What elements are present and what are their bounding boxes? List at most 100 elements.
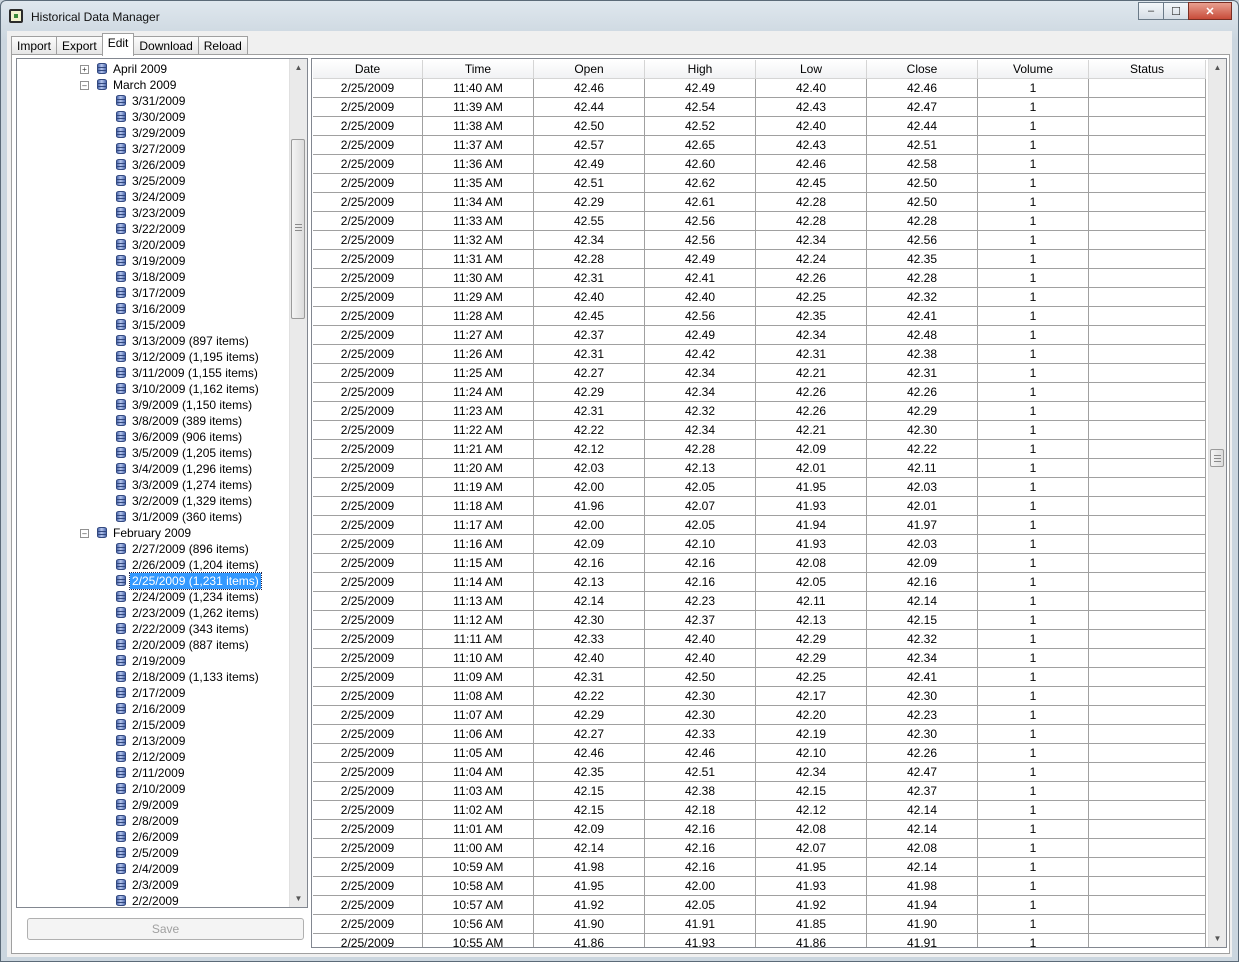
cell-open[interactable]: 41.92 <box>534 896 645 915</box>
cell-low[interactable]: 42.31 <box>756 345 867 364</box>
cell-low[interactable]: 42.08 <box>756 820 867 839</box>
cell-time[interactable]: 11:24 AM <box>423 383 534 402</box>
tree-date-node[interactable]: 2/23/2009 (1,262 items) <box>17 605 287 621</box>
cell-high[interactable]: 42.05 <box>645 516 756 535</box>
cell-low[interactable]: 42.45 <box>756 174 867 193</box>
table-row[interactable]: 2/25/2009 11:34 AM 42.29 42.61 42.28 42.50 1 <box>313 193 1206 212</box>
cell-time[interactable]: 11:00 AM <box>423 839 534 858</box>
table-row[interactable]: 2/25/2009 11:01 AM 42.09 42.16 42.08 42.14 1 <box>313 820 1206 839</box>
tree-date-node[interactable]: 2/27/2009 (896 items) <box>17 541 287 557</box>
cell-volume[interactable]: 1 <box>978 516 1089 535</box>
cell-volume[interactable]: 1 <box>978 801 1089 820</box>
cell-close[interactable]: 42.31 <box>867 364 978 383</box>
table-row[interactable]: 2/25/2009 11:27 AM 42.37 42.49 42.34 42.48 1 <box>313 326 1206 345</box>
cell-high[interactable]: 42.40 <box>645 288 756 307</box>
cell-close[interactable]: 42.41 <box>867 307 978 326</box>
table-row[interactable]: 2/25/2009 11:37 AM 42.57 42.65 42.43 42.51 1 <box>313 136 1206 155</box>
grid-scroll-thumb[interactable] <box>1210 449 1224 467</box>
cell-high[interactable]: 42.16 <box>645 554 756 573</box>
cell-high[interactable]: 42.34 <box>645 364 756 383</box>
table-row[interactable]: 2/25/2009 10:56 AM 41.90 41.91 41.85 41.90 1 <box>313 915 1206 934</box>
cell-volume[interactable]: 1 <box>978 725 1089 744</box>
cell-time[interactable]: 11:32 AM <box>423 231 534 250</box>
table-row[interactable]: 2/25/2009 11:17 AM 42.00 42.05 41.94 41.97 1 <box>313 516 1206 535</box>
cell-time[interactable]: 11:03 AM <box>423 782 534 801</box>
cell-time[interactable]: 11:39 AM <box>423 98 534 117</box>
table-row[interactable]: 2/25/2009 11:07 AM 42.29 42.30 42.20 42.23 1 <box>313 706 1206 725</box>
cell-low[interactable]: 41.85 <box>756 915 867 934</box>
cell-time[interactable]: 11:40 AM <box>423 79 534 98</box>
tree-date-node[interactable]: 2/15/2009 <box>17 717 287 733</box>
tree-date-node[interactable]: 3/9/2009 (1,150 items) <box>17 397 287 413</box>
cell-time[interactable]: 11:27 AM <box>423 326 534 345</box>
collapse-toggle-icon[interactable]: – <box>80 81 89 90</box>
cell-date[interactable]: 2/25/2009 <box>313 155 423 174</box>
tree-date-node[interactable]: 3/15/2009 <box>17 317 287 333</box>
cell-open[interactable]: 42.09 <box>534 820 645 839</box>
cell-open[interactable]: 42.16 <box>534 554 645 573</box>
cell-date[interactable]: 2/25/2009 <box>313 592 423 611</box>
cell-close[interactable]: 42.26 <box>867 383 978 402</box>
cell-low[interactable]: 41.93 <box>756 497 867 516</box>
cell-close[interactable]: 42.30 <box>867 421 978 440</box>
table-row[interactable]: 2/25/2009 11:14 AM 42.13 42.16 42.05 42.16 1 <box>313 573 1206 592</box>
cell-close[interactable]: 42.14 <box>867 820 978 839</box>
cell-status[interactable] <box>1089 877 1206 896</box>
cell-low[interactable]: 42.34 <box>756 763 867 782</box>
cell-low[interactable]: 42.26 <box>756 269 867 288</box>
cell-close[interactable]: 42.37 <box>867 782 978 801</box>
cell-date[interactable]: 2/25/2009 <box>313 383 423 402</box>
cell-status[interactable] <box>1089 668 1206 687</box>
cell-date[interactable]: 2/25/2009 <box>313 915 423 934</box>
cell-high[interactable]: 42.34 <box>645 383 756 402</box>
cell-time[interactable]: 11:30 AM <box>423 269 534 288</box>
cell-date[interactable]: 2/25/2009 <box>313 763 423 782</box>
cell-volume[interactable]: 1 <box>978 212 1089 231</box>
tree-date-node[interactable]: 3/2/2009 (1,329 items) <box>17 493 287 509</box>
cell-time[interactable]: 11:37 AM <box>423 136 534 155</box>
cell-status[interactable] <box>1089 231 1206 250</box>
cell-low[interactable]: 42.20 <box>756 706 867 725</box>
cell-status[interactable] <box>1089 782 1206 801</box>
table-row[interactable]: 2/25/2009 11:40 AM 42.46 42.49 42.40 42.46 1 <box>313 79 1206 98</box>
cell-volume[interactable]: 1 <box>978 402 1089 421</box>
cell-low[interactable]: 42.26 <box>756 383 867 402</box>
cell-date[interactable]: 2/25/2009 <box>313 459 423 478</box>
cell-date[interactable]: 2/25/2009 <box>313 649 423 668</box>
cell-volume[interactable]: 1 <box>978 535 1089 554</box>
cell-status[interactable] <box>1089 250 1206 269</box>
cell-status[interactable] <box>1089 212 1206 231</box>
cell-close[interactable]: 42.32 <box>867 630 978 649</box>
cell-time[interactable]: 11:31 AM <box>423 250 534 269</box>
cell-status[interactable] <box>1089 478 1206 497</box>
table-row[interactable]: 2/25/2009 11:05 AM 42.46 42.46 42.10 42.26 1 <box>313 744 1206 763</box>
cell-time[interactable]: 11:18 AM <box>423 497 534 516</box>
table-row[interactable]: 2/25/2009 11:21 AM 42.12 42.28 42.09 42.22 1 <box>313 440 1206 459</box>
cell-close[interactable]: 42.30 <box>867 725 978 744</box>
cell-high[interactable]: 42.50 <box>645 668 756 687</box>
cell-open[interactable]: 42.31 <box>534 668 645 687</box>
tree-date-node[interactable]: 2/20/2009 (887 items) <box>17 637 287 653</box>
cell-time[interactable]: 11:29 AM <box>423 288 534 307</box>
cell-status[interactable] <box>1089 649 1206 668</box>
cell-high[interactable]: 42.13 <box>645 459 756 478</box>
cell-time[interactable]: 11:17 AM <box>423 516 534 535</box>
cell-high[interactable]: 42.60 <box>645 155 756 174</box>
cell-time[interactable]: 11:34 AM <box>423 193 534 212</box>
cell-volume[interactable]: 1 <box>978 706 1089 725</box>
cell-open[interactable]: 42.50 <box>534 117 645 136</box>
cell-close[interactable]: 42.03 <box>867 478 978 497</box>
cell-high[interactable]: 42.32 <box>645 402 756 421</box>
cell-status[interactable] <box>1089 421 1206 440</box>
tree-date-node[interactable]: 2/12/2009 <box>17 749 287 765</box>
table-row[interactable]: 2/25/2009 11:04 AM 42.35 42.51 42.34 42.47 1 <box>313 763 1206 782</box>
cell-time[interactable]: 11:19 AM <box>423 478 534 497</box>
cell-open[interactable]: 42.27 <box>534 364 645 383</box>
tree-date-node[interactable]: 3/22/2009 <box>17 221 287 237</box>
date-tree[interactable]: 2/2/2009 2/3/2009 2/4/2009 2/5/2009 2/6/2009… <box>16 58 308 908</box>
cell-high[interactable]: 42.49 <box>645 250 756 269</box>
column-header-low[interactable]: Low <box>756 60 867 79</box>
cell-high[interactable]: 42.16 <box>645 858 756 877</box>
tree-scrollbar[interactable]: ▲ ▼ <box>289 59 307 907</box>
cell-open[interactable]: 42.29 <box>534 193 645 212</box>
